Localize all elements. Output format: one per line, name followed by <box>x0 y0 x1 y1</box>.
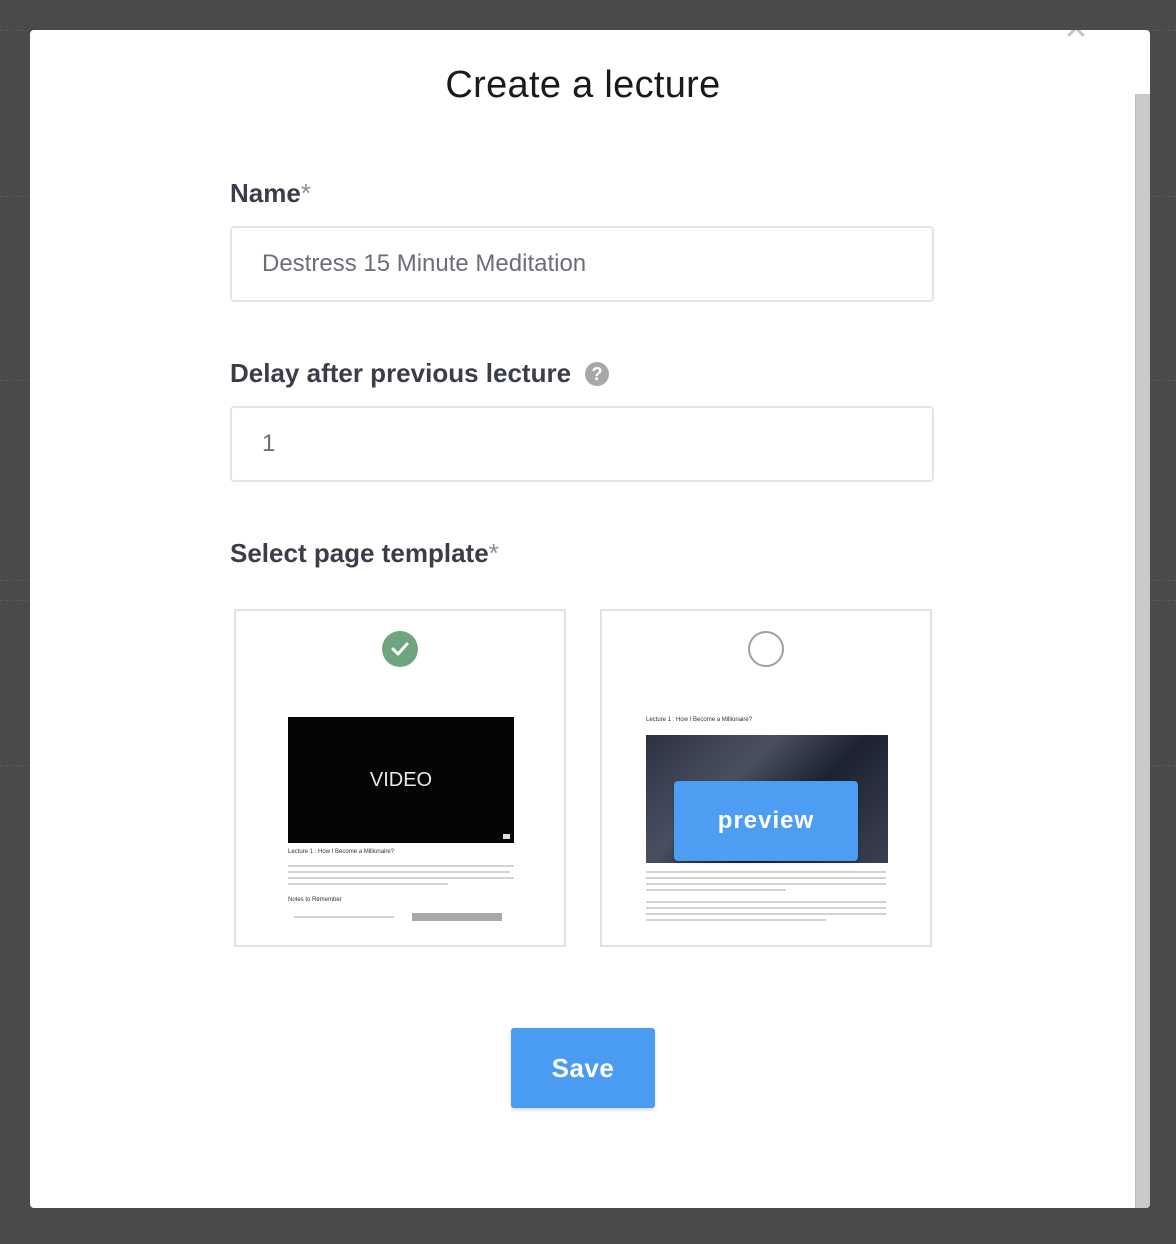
text-line <box>646 871 886 873</box>
name-input[interactable]: Destress 15 Minute Meditation <box>230 226 934 302</box>
template-option-image[interactable]: Lecture 1 : How I Become a Millionaire? … <box>600 609 932 947</box>
video-label: VIDEO <box>369 769 433 791</box>
text-line <box>646 883 886 885</box>
name-label: Name* <box>230 178 311 209</box>
video-placeholder: VIDEO <box>288 717 514 843</box>
required-mark: * <box>300 178 311 208</box>
create-lecture-modal: ✕ Create a lecture Name* Destress 15 Min… <box>30 30 1150 1208</box>
close-icon[interactable]: ✕ <box>1062 30 1090 45</box>
question-circle-icon[interactable]: ? <box>585 362 610 386</box>
template-heading: Lecture 1 : How I Become a Millionaire? <box>646 717 753 723</box>
template-option-video[interactable]: VIDEO Lecture 1 : How I Become a Million… <box>234 609 566 947</box>
text-line <box>288 877 514 879</box>
text-line <box>646 913 886 915</box>
radio-unselected[interactable] <box>748 631 784 667</box>
delay-input[interactable]: 1 <box>230 406 934 482</box>
template-heading: Lecture 1 : How I Become a Millionaire? <box>288 849 395 855</box>
save-button[interactable]: Save <box>511 1028 655 1108</box>
text-line <box>288 871 510 873</box>
name-input-value: Destress 15 Minute Meditation <box>262 250 587 277</box>
text-line <box>294 916 394 918</box>
video-badge <box>503 834 510 839</box>
modal-title: Create a lecture <box>445 64 721 106</box>
image-placeholder <box>412 913 502 921</box>
text-line <box>288 865 514 867</box>
notes-heading: Notes to Remember <box>288 897 342 903</box>
text-line <box>646 919 826 921</box>
text-line <box>288 883 448 885</box>
delay-label-text: Delay after previous lecture <box>230 358 572 388</box>
preview-button[interactable]: preview <box>674 781 858 861</box>
modal-scrollbar[interactable] <box>1135 94 1150 1208</box>
template-label: Select page template* <box>230 538 499 569</box>
delay-label: Delay after previous lecture? <box>230 358 610 389</box>
template-label-text: Select page template <box>230 538 489 568</box>
text-line <box>646 907 886 909</box>
delay-input-value: 1 <box>262 430 276 457</box>
check-icon <box>391 642 409 656</box>
required-mark: * <box>488 538 499 568</box>
text-line <box>646 901 886 903</box>
text-line <box>646 877 886 879</box>
name-label-text: Name <box>230 178 301 208</box>
radio-selected[interactable] <box>382 631 418 667</box>
text-line <box>646 889 786 891</box>
